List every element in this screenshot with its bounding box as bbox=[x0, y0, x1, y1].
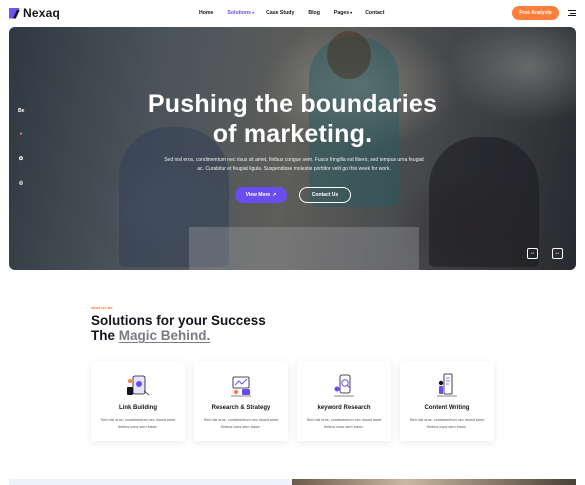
card-description: Sed nisl eros, condimentum nec risusit a… bbox=[203, 418, 279, 429]
view-more-label: View More bbox=[245, 192, 271, 198]
card-title: Content Writing bbox=[424, 405, 470, 411]
hamburger-menu-icon[interactable] bbox=[568, 10, 576, 17]
slider-prev-icon[interactable]: ↔ bbox=[527, 248, 538, 259]
section-title-line-2: The Magic Behind. bbox=[91, 328, 266, 343]
nav-item-solutions[interactable]: Solutions▾ bbox=[227, 10, 254, 16]
card-description: Sed nisl eros, condimentum nec risusit a… bbox=[306, 418, 382, 429]
slider-next-icon[interactable]: ↔ bbox=[552, 248, 563, 259]
section-title-line-1: Solutions for your Success bbox=[91, 313, 266, 328]
card-title: keyword Research bbox=[317, 405, 371, 411]
nav-item-home[interactable]: Home bbox=[199, 10, 213, 16]
card-title: Research & Strategy bbox=[211, 405, 271, 411]
contact-us-button[interactable]: Contact Us bbox=[299, 187, 351, 203]
content-writing-illustration-icon bbox=[437, 373, 457, 397]
hero-title-line-1: Pushing the boundaries bbox=[147, 90, 438, 118]
next-section-image bbox=[292, 479, 576, 485]
main-menu: Home Solutions▾ Case Study Blog Pages▾ C… bbox=[199, 10, 385, 16]
solution-card-keyword-research[interactable]: keyword Research Sed nisl eros, condimen… bbox=[297, 361, 391, 441]
card-description: Sed nisl eros, condimentum nec risusit a… bbox=[409, 418, 485, 429]
hero-title-line-2: of marketing. bbox=[212, 120, 373, 148]
brand-name: Nexaq bbox=[23, 6, 61, 20]
chevron-down-icon: ▾ bbox=[252, 10, 255, 15]
nav-item-pages-label: Pages bbox=[333, 10, 350, 16]
keyword-research-illustration-icon bbox=[334, 374, 354, 397]
section-title-highlight: Magic Behind. bbox=[118, 328, 211, 343]
top-navbar: Nexaq Home Solutions▾ Case Study Blog Pa… bbox=[0, 0, 585, 27]
view-more-button[interactable]: View More ↗ bbox=[235, 187, 287, 203]
hero-description: Sed nisl eros, condimentum nec risus sit… bbox=[164, 157, 424, 172]
section-title-plain: The bbox=[91, 328, 119, 343]
arrow-up-right-icon: ↗ bbox=[272, 192, 277, 198]
hero-banner: Be ● ✪ ◎ Pushing the boundaries of marke… bbox=[9, 27, 576, 270]
card-description: Sed nisl eros, condimentum nec risusit a… bbox=[100, 418, 176, 429]
logo-icon bbox=[9, 8, 20, 19]
link-building-illustration-icon bbox=[127, 375, 150, 396]
nav-item-solutions-label: Solutions bbox=[227, 10, 252, 16]
card-title: Link Building bbox=[119, 405, 157, 411]
section-title: Solutions for your Success The Magic Beh… bbox=[91, 313, 266, 343]
nav-item-contact[interactable]: Contact bbox=[365, 10, 384, 16]
instagram-icon[interactable]: ◎ bbox=[18, 180, 24, 186]
section-eyebrow: what we do bbox=[91, 305, 113, 310]
hero-title: Pushing the boundaries of marketing. bbox=[9, 89, 576, 149]
twitter-icon[interactable]: ✪ bbox=[18, 156, 24, 162]
solution-card-content-writing[interactable]: Content Writing Sed nisl eros, condiment… bbox=[400, 361, 494, 441]
solution-card-link-building[interactable]: Link Building Sed nisl eros, condimentum… bbox=[91, 361, 185, 441]
research-strategy-illustration-icon bbox=[231, 376, 251, 397]
nav-item-pages[interactable]: Pages▾ bbox=[334, 10, 352, 16]
brand-logo[interactable]: Nexaq bbox=[9, 6, 60, 20]
nav-item-case-study[interactable]: Case Study bbox=[266, 10, 294, 16]
nav-item-blog[interactable]: Blog bbox=[308, 10, 320, 16]
solution-card-research-strategy[interactable]: Research & Strategy Sed nisl eros, condi… bbox=[194, 361, 288, 441]
free-analysis-button[interactable]: Free Analysis bbox=[512, 6, 559, 20]
chevron-down-icon: ▾ bbox=[350, 10, 353, 15]
